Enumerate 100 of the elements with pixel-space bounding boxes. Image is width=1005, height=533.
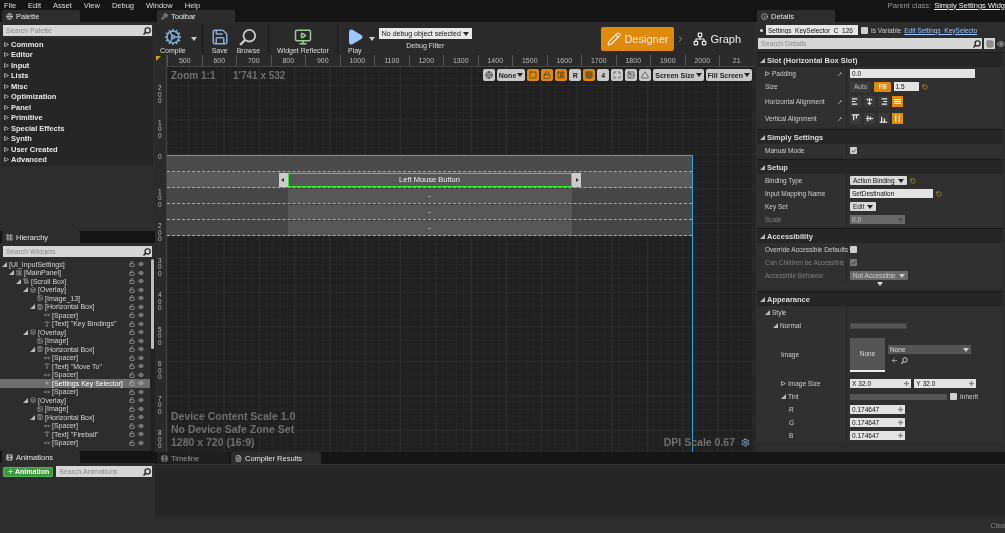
lock-icon[interactable] [129, 278, 135, 285]
eye-icon[interactable] [138, 261, 144, 268]
expander-icon[interactable] [4, 52, 9, 58]
checkbox[interactable] [850, 147, 857, 154]
eye-icon[interactable] [138, 388, 144, 395]
drag-handle[interactable] [896, 418, 905, 427]
canvas-toggle-button[interactable] [482, 69, 495, 81]
alignment-button[interactable] [850, 113, 861, 124]
binding-icon[interactable] [838, 71, 843, 76]
canvas-toggle-button[interactable] [555, 69, 568, 81]
expander-icon[interactable] [760, 296, 765, 302]
expander-icon[interactable] [760, 134, 765, 140]
eye-icon[interactable] [138, 303, 144, 310]
eye-icon[interactable] [138, 286, 144, 293]
eye-icon[interactable] [138, 405, 144, 412]
eye-icon[interactable] [138, 371, 144, 378]
drag-handle[interactable] [896, 431, 905, 440]
lock-icon[interactable] [129, 371, 135, 378]
expander-icon[interactable] [23, 397, 28, 403]
expander-icon[interactable] [30, 346, 35, 352]
expander-icon[interactable] [4, 104, 9, 110]
eye-icon[interactable] [138, 397, 144, 404]
lock-icon[interactable] [129, 295, 135, 302]
lock-icon[interactable] [129, 388, 135, 395]
canvas-toggle-button[interactable] [527, 69, 540, 81]
lock-icon[interactable] [129, 422, 135, 429]
expander-icon[interactable] [760, 57, 765, 63]
binding-icon[interactable] [838, 116, 843, 121]
expander-icon[interactable] [23, 287, 28, 293]
expander-icon[interactable] [4, 115, 9, 121]
expander-icon[interactable] [4, 62, 9, 68]
alignment-button[interactable] [878, 113, 889, 124]
eye-icon[interactable] [138, 295, 144, 302]
alignment-button[interactable] [850, 96, 861, 107]
expander-icon[interactable] [760, 233, 765, 239]
reset-icon[interactable] [936, 190, 942, 197]
search-button[interactable] [141, 25, 152, 36]
eye-icon[interactable] [138, 337, 144, 344]
lock-icon[interactable] [129, 329, 135, 336]
scrollbar[interactable] [150, 258, 155, 451]
checkbox[interactable] [950, 393, 957, 400]
eye-icon[interactable] [138, 439, 144, 446]
binding-icon[interactable] [838, 99, 843, 104]
right-arrow-button[interactable] [571, 172, 581, 187]
eye-icon[interactable] [138, 422, 144, 429]
eye-icon[interactable] [138, 414, 144, 421]
expander-icon[interactable] [2, 261, 7, 267]
canvas-toggle-button[interactable] [583, 69, 596, 81]
eye-icon[interactable] [138, 320, 144, 327]
eye-icon[interactable] [138, 363, 144, 370]
alignment-button[interactable] [864, 96, 875, 107]
canvas-toggle-button[interactable] [611, 69, 624, 81]
expander-icon[interactable] [4, 157, 9, 163]
eye-icon[interactable] [138, 431, 144, 438]
lock-icon[interactable] [129, 312, 135, 319]
lock-icon[interactable] [129, 303, 135, 310]
alignment-button[interactable] [864, 113, 875, 124]
expander-icon[interactable] [23, 329, 28, 335]
arrow-left-icon[interactable] [891, 357, 898, 364]
lock-icon[interactable] [129, 320, 135, 327]
left-arrow-button[interactable] [278, 172, 288, 187]
expander-icon[interactable] [781, 381, 786, 386]
lock-icon[interactable] [129, 337, 135, 344]
canvas-toggle-button[interactable] [639, 69, 652, 81]
expander-icon[interactable] [765, 310, 770, 315]
lock-icon[interactable] [129, 414, 135, 421]
expander-icon[interactable] [765, 71, 770, 76]
expander-icon[interactable] [16, 278, 21, 284]
drag-handle[interactable] [902, 379, 912, 388]
expander-icon[interactable] [773, 323, 778, 328]
checkbox[interactable] [861, 26, 868, 34]
lock-icon[interactable] [129, 261, 135, 268]
canvas-toggle-button[interactable] [625, 69, 638, 81]
lock-icon[interactable] [129, 397, 135, 404]
lock-icon[interactable] [129, 354, 135, 361]
expander-icon[interactable] [9, 270, 14, 276]
expander-icon[interactable] [4, 83, 9, 89]
settings-icon[interactable] [741, 437, 750, 447]
expander-icon[interactable] [760, 164, 765, 170]
expander-icon[interactable] [4, 146, 9, 152]
mode-tab[interactable]: Graph [687, 26, 747, 51]
search-button[interactable] [141, 246, 152, 257]
search-icon[interactable] [901, 357, 908, 364]
lock-icon[interactable] [129, 431, 135, 438]
lock-icon[interactable] [129, 439, 135, 446]
reset-icon[interactable] [909, 177, 916, 184]
eye-icon[interactable] [138, 354, 144, 361]
lock-icon[interactable] [129, 269, 135, 276]
drag-handle[interactable] [896, 405, 905, 414]
lock-icon[interactable] [129, 346, 135, 353]
expander-icon[interactable] [4, 41, 9, 47]
lock-icon[interactable] [129, 363, 135, 370]
expander-icon[interactable] [30, 414, 35, 420]
drag-handle[interactable] [966, 379, 976, 388]
expander-icon[interactable] [4, 73, 9, 79]
eye-icon[interactable] [138, 278, 144, 285]
expander-icon[interactable] [30, 304, 35, 310]
expander-icon[interactable] [4, 136, 9, 142]
expander-icon[interactable] [4, 94, 9, 100]
search-button[interactable] [141, 466, 152, 477]
